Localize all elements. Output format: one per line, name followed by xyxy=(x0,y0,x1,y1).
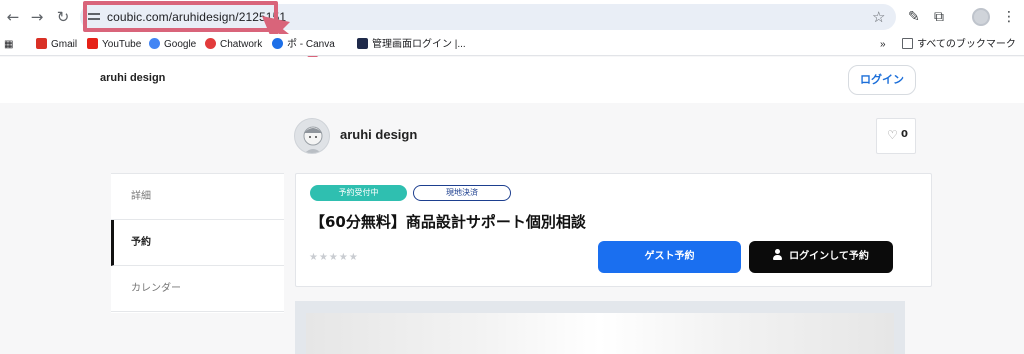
sidebar-nav: 詳細 予約 カレンダー xyxy=(111,173,284,313)
person-icon xyxy=(773,249,783,260)
eyedropper-icon[interactable]: ✎ xyxy=(908,8,920,26)
site-header: aruhi design ログイン xyxy=(0,57,1024,103)
avatar-illustration-icon xyxy=(303,126,323,153)
bookmarks-overflow[interactable]: » xyxy=(880,37,886,53)
gmail-icon xyxy=(36,38,47,49)
bookmark-chatwork[interactable]: Chatwork xyxy=(205,37,262,53)
lv-icon xyxy=(357,38,368,49)
login-reserve-button[interactable]: ログインして予約 xyxy=(749,241,893,273)
bookmark-admin-login[interactable]: 管理画面ログイン |... xyxy=(357,37,466,53)
sidebar-item-calendar[interactable]: カレンダー xyxy=(111,266,284,312)
sidebar-item-reservation[interactable]: 予約 xyxy=(111,220,284,266)
bookmarks-bar: ▦ Gmail YouTube Google Chatwork ポ - Canv… xyxy=(0,34,1024,56)
like-button[interactable]: ♡ 0 xyxy=(876,118,916,154)
canva-icon xyxy=(272,38,283,49)
service-card: 予約受付中 現地決済 【60分無料】商品設計サポート個別相談 ★★★★★ ゲスト… xyxy=(295,173,932,287)
youtube-icon xyxy=(87,38,98,49)
service-image xyxy=(306,313,894,354)
bookmark-all[interactable]: すべてのブックマーク xyxy=(902,37,1016,53)
status-badge-accepting: 予約受付中 xyxy=(310,185,407,201)
apps-grid-icon[interactable]: ▦ xyxy=(4,37,13,53)
site-name[interactable]: aruhi design xyxy=(100,72,165,84)
heart-icon: ♡ xyxy=(887,128,898,142)
folder-icon xyxy=(902,38,913,49)
sidebar-item-details[interactable]: 詳細 xyxy=(111,174,284,220)
service-title: 【60分無料】商品設計サポート個別相談 xyxy=(310,213,586,231)
login-button[interactable]: ログイン xyxy=(848,65,916,95)
bookmark-gmail[interactable]: Gmail xyxy=(36,37,77,53)
chatwork-icon xyxy=(205,38,216,49)
back-icon[interactable]: ← xyxy=(4,8,22,26)
bookmark-canva[interactable]: ポ - Canva xyxy=(272,37,335,53)
rating-stars-icon: ★★★★★ xyxy=(309,252,359,263)
like-count: 0 xyxy=(901,129,908,140)
owner-name[interactable]: aruhi design xyxy=(340,127,417,142)
more-menu-icon[interactable]: ⋮ xyxy=(1002,8,1016,26)
google-icon xyxy=(149,38,160,49)
guest-reserve-button[interactable]: ゲスト予約 xyxy=(598,241,741,273)
extensions-icon[interactable]: ⧉ xyxy=(934,8,944,26)
bookmark-youtube[interactable]: YouTube xyxy=(87,37,141,53)
url-highlight-box xyxy=(83,1,278,32)
avatar[interactable] xyxy=(294,118,330,154)
browser-toolbar: ← → ↻ coubic.com/aruhidesign/2125151 ☆ ✎… xyxy=(0,0,1024,70)
bookmark-google[interactable]: Google xyxy=(149,37,196,53)
status-badge-payment: 現地決済 xyxy=(413,185,511,201)
bookmark-star-icon[interactable]: ☆ xyxy=(872,8,885,26)
forward-icon[interactable]: → xyxy=(28,8,46,26)
reload-icon[interactable]: ↻ xyxy=(54,8,72,26)
profile-avatar[interactable] xyxy=(972,8,990,26)
